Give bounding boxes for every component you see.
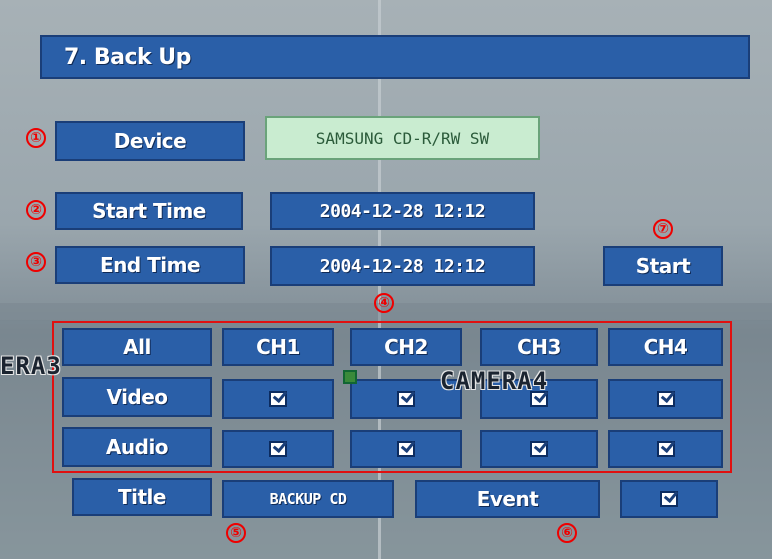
device-field[interactable]: SAMSUNG CD-R/RW SW bbox=[265, 116, 540, 160]
end-time-label: End Time bbox=[55, 246, 245, 284]
camera3-overlay-label: ERA3 bbox=[0, 352, 62, 380]
marker-3: ③ bbox=[26, 252, 46, 272]
marker-7: ⑦ bbox=[653, 219, 673, 239]
channel-grid-highlight bbox=[52, 321, 732, 473]
record-indicator-icon bbox=[343, 370, 357, 384]
marker-5: ⑤ bbox=[226, 523, 246, 543]
menu-title: 7. Back Up bbox=[40, 35, 750, 79]
start-time-label: Start Time bbox=[55, 192, 243, 230]
start-time-field[interactable]: 2004-12-28 12:12 bbox=[270, 192, 535, 230]
event-checkbox[interactable] bbox=[620, 480, 718, 518]
marker-2: ② bbox=[26, 200, 46, 220]
marker-4: ④ bbox=[374, 293, 394, 313]
start-button[interactable]: Start bbox=[603, 246, 723, 286]
marker-1: ① bbox=[26, 128, 46, 148]
camera4-overlay-label: CAMERA4 bbox=[440, 367, 549, 395]
marker-6: ⑥ bbox=[557, 523, 577, 543]
event-label: Event bbox=[415, 480, 600, 518]
title-label: Title bbox=[72, 478, 212, 516]
checkmark-icon bbox=[660, 491, 678, 507]
end-time-field[interactable]: 2004-12-28 12:12 bbox=[270, 246, 535, 286]
device-label: Device bbox=[55, 121, 245, 161]
title-field[interactable]: BACKUP CD bbox=[222, 480, 394, 518]
